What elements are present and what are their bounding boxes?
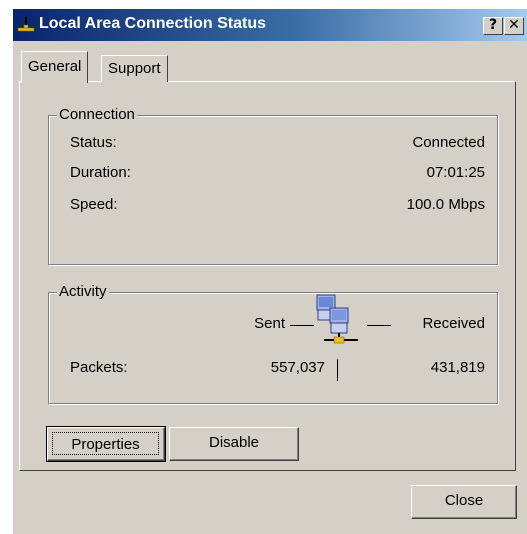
window-title: Local Area Connection Status bbox=[39, 15, 266, 32]
tab-panel-general bbox=[19, 81, 516, 471]
title-close-button[interactable]: ✕ bbox=[504, 17, 524, 35]
network-connection-icon bbox=[17, 17, 35, 32]
tab-general[interactable]: General bbox=[21, 51, 89, 83]
status-dialog: Local Area Connection Status ? ✕ General… bbox=[12, 8, 527, 534]
help-button[interactable]: ? bbox=[483, 17, 503, 35]
close-icon: ✕ bbox=[508, 17, 520, 33]
title-bar[interactable]: Local Area Connection Status ? ✕ bbox=[13, 9, 527, 41]
close-button[interactable]: Close bbox=[411, 485, 517, 519]
tab-support[interactable]: Support bbox=[101, 55, 168, 82]
help-icon: ? bbox=[488, 17, 498, 33]
